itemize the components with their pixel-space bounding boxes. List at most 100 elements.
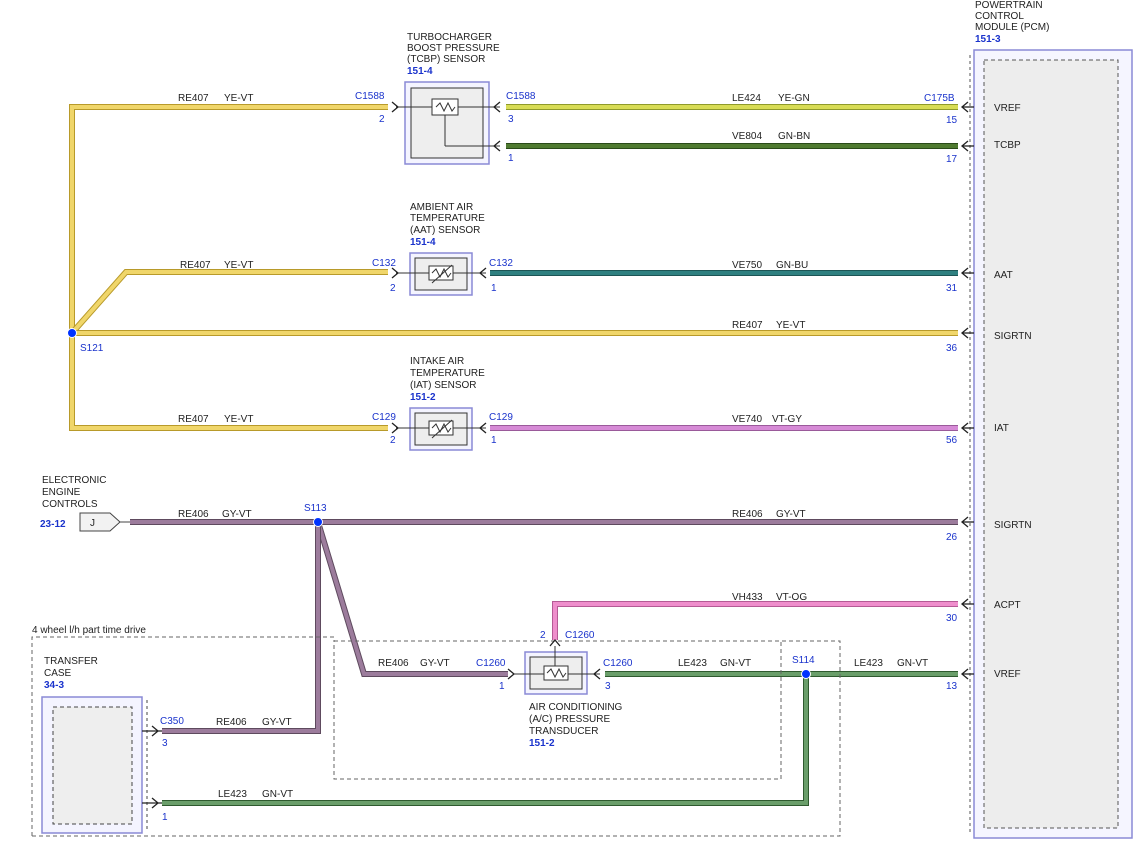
transfer-case[interactable] [41,696,148,834]
wire-label-ve804: VE804 [732,131,762,142]
pcm-pin-tcbp: TCBP [994,140,1021,151]
wiring-diagram: POWERTRAIN CONTROL MODULE (PCM) 151-3 C1… [31,0,1133,839]
wire-color-vt-gy: VT-GY [772,414,802,425]
tcbp-sensor[interactable] [396,81,500,165]
wire-label-re406-3: RE406 [378,658,409,669]
eec-ref[interactable]: 23-12 [40,519,66,530]
splice-s121-label: S121 [80,343,104,354]
wire-color-gy-vt-3: GY-VT [420,658,450,669]
wire-color-ye-vt-3: YE-VT [776,320,805,331]
pcm-pin-num-36: 36 [946,343,958,354]
tcbp-title-3: (TCBP) SENSOR [407,54,485,65]
pcm-title-2: CONTROL [975,11,1024,22]
pcm-title-3: MODULE (PCM) [975,22,1049,33]
transfer-terminals [142,725,162,809]
splice-s113-label: S113 [304,503,327,514]
tcbp-title-2: BOOST PRESSURE [407,43,500,54]
wire-vh433[interactable] [552,601,958,640]
aat-conn-left: C132 [372,258,396,269]
iat-conn-right: C129 [489,412,513,423]
pcm-pin-sigrtn-1: SIGRTN [994,331,1032,342]
pcm-ref[interactable]: 151-3 [975,34,1001,45]
wire-label-ve750: VE750 [732,260,762,271]
transfer-pin-3: 3 [162,738,168,749]
wire-label-re406-1: RE406 [178,509,209,520]
aat-title-2: TEMPERATURE [410,213,485,224]
tcbp-ref[interactable]: 151-4 [407,66,433,77]
tcbp-pin-1: 1 [508,153,514,164]
acpt-title-1: AIR CONDITIONING [529,702,623,713]
wire-label-re407-4: RE407 [178,414,209,425]
tcbp-title-1: TURBOCHARGER [407,32,492,43]
wire-color-ye-vt-1: YE-VT [224,93,253,104]
transfer-ref[interactable]: 34-3 [44,680,64,691]
pcm-pin-vref-2: VREF [994,669,1021,680]
wire-label-re406-4: RE406 [216,717,247,728]
acpt-conn-top: C1260 [565,630,595,641]
wire-color-ye-vt-2: YE-VT [224,260,253,271]
iat-title-3: (IAT) SENSOR [410,380,476,391]
wire-label-vh433: VH433 [732,592,763,603]
pcm-pin-num-13: 13 [946,681,958,692]
acpt-ref[interactable]: 151-2 [529,738,555,749]
pcm-pin-sigrtn-2: SIGRTN [994,520,1032,531]
pcm-title-1: POWERTRAIN [975,0,1043,11]
aat-ref[interactable]: 151-4 [410,237,436,248]
wire-color-gy-vt-4: GY-VT [262,717,292,728]
wire-label-le423-1: LE423 [678,658,707,669]
pcm-pin-vref-1: VREF [994,103,1021,114]
tcbp-pin-3: 3 [508,114,514,125]
iat-pin-1: 1 [491,435,497,446]
acpt-title-3: TRANSDUCER [529,726,598,737]
splice-s113[interactable] [313,517,323,527]
wire-re406[interactable] [130,519,958,734]
wire-label-le423-3: LE423 [218,789,247,800]
wire-label-le424: LE424 [732,93,761,104]
aat-conn-right: C132 [489,258,513,269]
wire-label-ve740: VE740 [732,414,762,425]
acpt-title-2: (A/C) PRESSURE [529,714,610,725]
acpt-pin-2: 2 [540,630,546,641]
eec-tag: J [90,518,95,529]
pcm-connector-label: C175B [924,93,955,104]
wire-color-ye-vt-4: YE-VT [224,414,253,425]
iat-title-2: TEMPERATURE [410,368,485,379]
pcm-module[interactable] [969,49,1133,839]
splice-s114[interactable] [801,669,811,679]
transfer-pin-1: 1 [162,812,168,823]
wire-color-gn-vt-2: GN-VT [897,658,928,669]
wire-color-gn-bn: GN-BN [778,131,810,142]
transfer-note: 4 wheel l/h part time drive [32,625,146,636]
tcbp-conn-right: C1588 [506,91,536,102]
wire-color-gn-vt-3: GN-VT [262,789,293,800]
iat-title-1: INTAKE AIR [410,356,464,367]
eec-title-3: CONTROLS [42,499,98,510]
pcm-pin-acpt: ACPT [994,600,1021,611]
acpt-conn-left: C1260 [476,658,506,669]
acpt-sensor[interactable] [514,646,600,695]
aat-title-3: (AAT) SENSOR [410,225,480,236]
wire-color-vt-og: VT-OG [776,592,807,603]
acpt-pin-1: 1 [499,681,505,692]
transfer-title-1: TRANSFER [44,656,98,667]
pcm-pin-num-30: 30 [946,613,958,624]
iat-ref[interactable]: 151-2 [410,392,436,403]
pcm-pin-aat: AAT [994,270,1013,281]
pcm-pin-iat: IAT [994,423,1009,434]
aat-pin-2: 2 [390,283,396,294]
transfer-title-2: CASE [44,668,72,679]
acpt-pin-3: 3 [605,681,611,692]
pcm-pin-num-15: 15 [946,115,958,126]
wire-color-gn-bu: GN-BU [776,260,808,271]
iat-sensor[interactable] [396,407,486,451]
aat-title-1: AMBIENT AIR [410,202,473,213]
wire-label-re407-2: RE407 [180,260,211,271]
eec-connector[interactable] [79,512,130,532]
pcm-pin-num-31: 31 [946,283,958,294]
aat-sensor[interactable] [396,252,486,296]
acpt-conn-right: C1260 [603,658,633,669]
pcm-pin-num-17: 17 [946,154,958,165]
splice-s121[interactable] [67,328,77,338]
tcbp-conn-left: C1588 [355,91,385,102]
splice-s114-label: S114 [792,655,815,666]
